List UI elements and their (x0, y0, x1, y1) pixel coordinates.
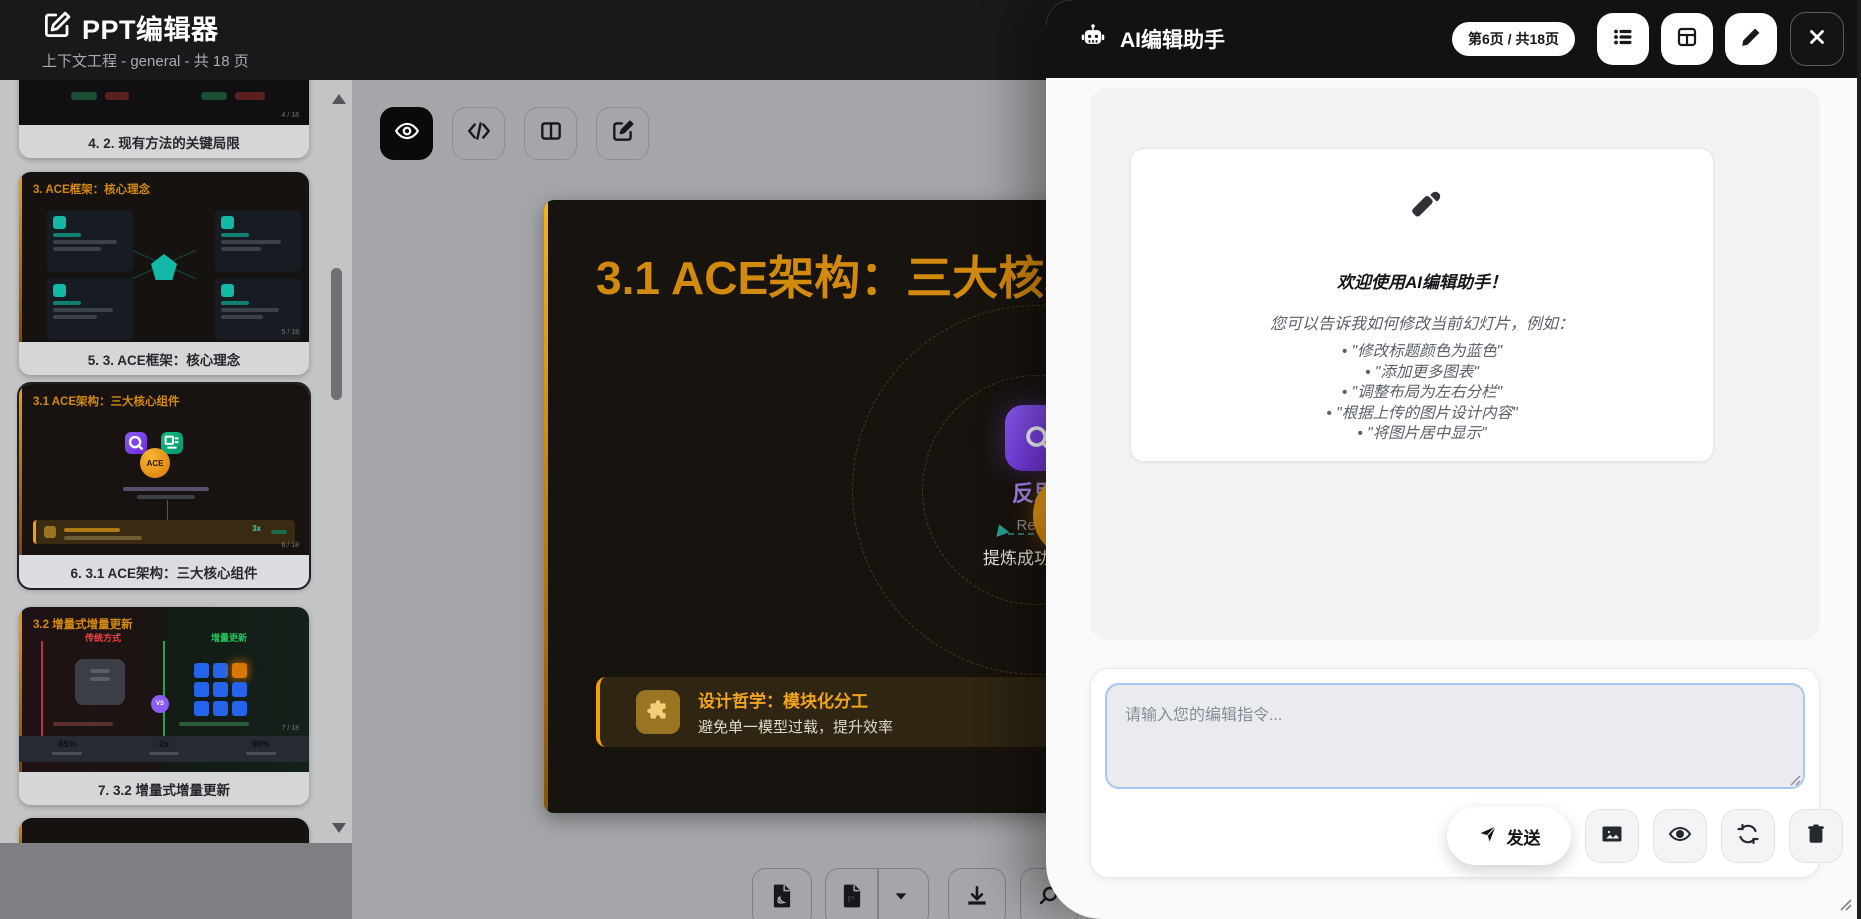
thumbnail-slide-8[interactable] (19, 818, 309, 843)
marker-pen-icon (1131, 185, 1713, 236)
export-ppt-split-button[interactable]: P (825, 868, 929, 919)
thumbnail-caption: 5. 3. ACE框架：核心理念 (19, 342, 309, 375)
thumbnail-slide-6-selected[interactable]: 3.1 ACE架构：三大核心组件 ACE 3x (19, 384, 309, 588)
close-icon (1806, 26, 1828, 53)
split-view-button[interactable] (524, 107, 577, 160)
sidebar-footer (0, 843, 352, 919)
example-item: • "添加更多图表" (1131, 363, 1713, 384)
incremental-label: 增量更新 (169, 631, 289, 644)
thumbnail-slide-title: 3.2 增量式增量更新 (33, 616, 133, 632)
paper-plane-icon (1478, 824, 1498, 849)
thumbnail-page-number: 7 / 18 (281, 725, 299, 732)
example-commands-list: • "修改标题颜色为蓝色" • "添加更多图表" • "调整布局为左右分栏" •… (1131, 342, 1713, 445)
window-right-edge (1857, 0, 1861, 919)
edit-pencil-icon (610, 118, 636, 149)
grid-view-button[interactable] (1661, 13, 1713, 65)
slide-left-accent (544, 200, 548, 813)
image-icon (1600, 822, 1624, 851)
thumbnail-preview: 3. ACE框架：核心理念 5 / 18 (19, 172, 309, 342)
welcome-subtitle: 您可以告诉我如何修改当前幻灯片，例如： (1131, 310, 1713, 334)
preview-mode-button[interactable] (380, 107, 433, 160)
thumbnail-preview: 3.1 ACE架构：三大核心组件 ACE 3x (19, 384, 309, 555)
thumbnail-preview: 4 / 18 (19, 80, 309, 125)
example-item: • "调整布局为左右分栏" (1131, 383, 1713, 404)
vs-badge: VS (151, 695, 169, 713)
thumbnail-caption: 6. 3.1 ACE架构：三大核心组件 (19, 555, 309, 588)
traditional-label: 传统方式 (43, 631, 163, 644)
puzzle-icon (636, 690, 680, 734)
eye-icon (394, 118, 420, 149)
thumbnail-slide-5[interactable]: 3. ACE框架：核心理念 5 / 18 5. 3. ACE框架：核心理 (19, 172, 309, 375)
app-title: PPT编辑器 (82, 8, 219, 47)
refresh-icon (1736, 822, 1760, 851)
pentagon-icon (151, 254, 177, 280)
example-item: • "根据上传的图片设计内容" (1131, 404, 1713, 425)
edit-mode-button[interactable] (596, 107, 649, 160)
app-window: PPT编辑器 上下文工程 - general - 共 18 页 4 / 18 4… (0, 0, 1861, 919)
send-button[interactable]: 发送 (1447, 807, 1571, 865)
welcome-card: 欢迎使用AI编辑助手！ 您可以告诉我如何修改当前幻灯片，例如： • "修改标题颜… (1130, 148, 1714, 462)
command-input[interactable] (1105, 683, 1805, 789)
thumbnail-page-number: 4 / 18 (281, 112, 299, 119)
pencil-icon (1740, 26, 1762, 53)
thumbnail-stats-row: 85% 2x 90% (19, 736, 309, 762)
window-resize-grip[interactable] (1838, 897, 1852, 916)
table-grid-icon (1675, 25, 1699, 54)
download-button[interactable] (948, 868, 1006, 919)
pdf-file-icon (769, 883, 795, 914)
mini-magnifier-icon (125, 432, 147, 454)
welcome-title: 欢迎使用AI编辑助手！ (1131, 268, 1713, 293)
preview-toggle-button[interactable] (1653, 809, 1707, 863)
app-subtitle: 上下文工程 - general - 共 18 页 (42, 50, 249, 71)
thumbnail-slide-title: 3. ACE框架：核心理念 (33, 181, 150, 197)
send-label: 发送 (1507, 824, 1541, 849)
ai-assistant-panel: AI编辑助手 第6页 / 共18页 (1046, 0, 1861, 919)
sidebar-scrollbar-thumb[interactable] (331, 268, 342, 400)
ai-panel-title: AI编辑助手 (1120, 24, 1225, 54)
chevron-down-icon[interactable] (892, 887, 910, 910)
command-input-card: 发送 (1090, 668, 1820, 878)
textarea-resize-grip[interactable] (1789, 773, 1801, 791)
upload-image-button[interactable] (1585, 809, 1639, 863)
thumbnail-page-number: 5 / 18 (281, 329, 299, 336)
thumbnail-page-number: 6 / 18 (281, 542, 299, 549)
chat-messages-area: 欢迎使用AI编辑助手！ 您可以告诉我如何修改当前幻灯片，例如： • "修改标题颜… (1090, 88, 1820, 640)
example-item: • "修改标题颜色为蓝色" (1131, 342, 1713, 363)
code-icon (466, 118, 492, 149)
thumbnail-preview: 3.2 增量式增量更新 传统方式 增量更新 VS (19, 607, 309, 772)
code-view-button[interactable] (452, 107, 505, 160)
thumbnail-slide-title: 3.1 ACE架构：三大核心组件 (33, 393, 180, 409)
scroll-up-arrow[interactable] (332, 94, 346, 104)
thumbnail-slide-7[interactable]: 3.2 增量式增量更新 传统方式 增量更新 VS (19, 607, 309, 805)
ai-panel-header: AI编辑助手 第6页 / 共18页 (1046, 0, 1861, 78)
mini-info-bar: 3x (33, 520, 295, 544)
export-pdf-button[interactable] (752, 868, 812, 919)
page-indicator-badge: 第6页 / 共18页 (1452, 22, 1575, 56)
edit-slide-button[interactable] (1725, 13, 1777, 65)
download-icon (964, 883, 990, 914)
outline-list-button[interactable] (1597, 13, 1649, 65)
mini-multiplier: 3x (252, 524, 261, 533)
scroll-down-arrow[interactable] (332, 823, 346, 833)
slide-thumbnail-sidebar: 4 / 18 4. 2. 现有方法的关键局限 3. ACE框架：核心理念 (0, 80, 352, 843)
list-icon (1611, 25, 1635, 54)
trash-icon (1805, 823, 1827, 850)
example-item: • "将图片居中显示" (1131, 424, 1713, 445)
columns-icon (538, 118, 564, 149)
edit-square-icon (42, 10, 72, 45)
robot-icon (1078, 22, 1108, 57)
svg-text:P: P (848, 894, 855, 905)
thumbnail-slide-4[interactable]: 4 / 18 4. 2. 现有方法的关键局限 (19, 80, 309, 158)
ace-badge: ACE (140, 448, 170, 478)
close-panel-button[interactable] (1790, 12, 1844, 66)
thumbnail-caption: 7. 3.2 增量式增量更新 (19, 772, 309, 805)
thumbnail-caption: 4. 2. 现有方法的关键局限 (19, 125, 309, 158)
info-bar-title: 设计哲学：模块化分工 (698, 687, 893, 712)
info-bar-subtitle: 避免单一模型过载，提升效率 (698, 716, 893, 737)
regenerate-button[interactable] (1721, 809, 1775, 863)
eye-icon (1668, 822, 1692, 851)
clear-chat-button[interactable] (1789, 809, 1843, 863)
ppt-file-icon: P (839, 883, 865, 914)
